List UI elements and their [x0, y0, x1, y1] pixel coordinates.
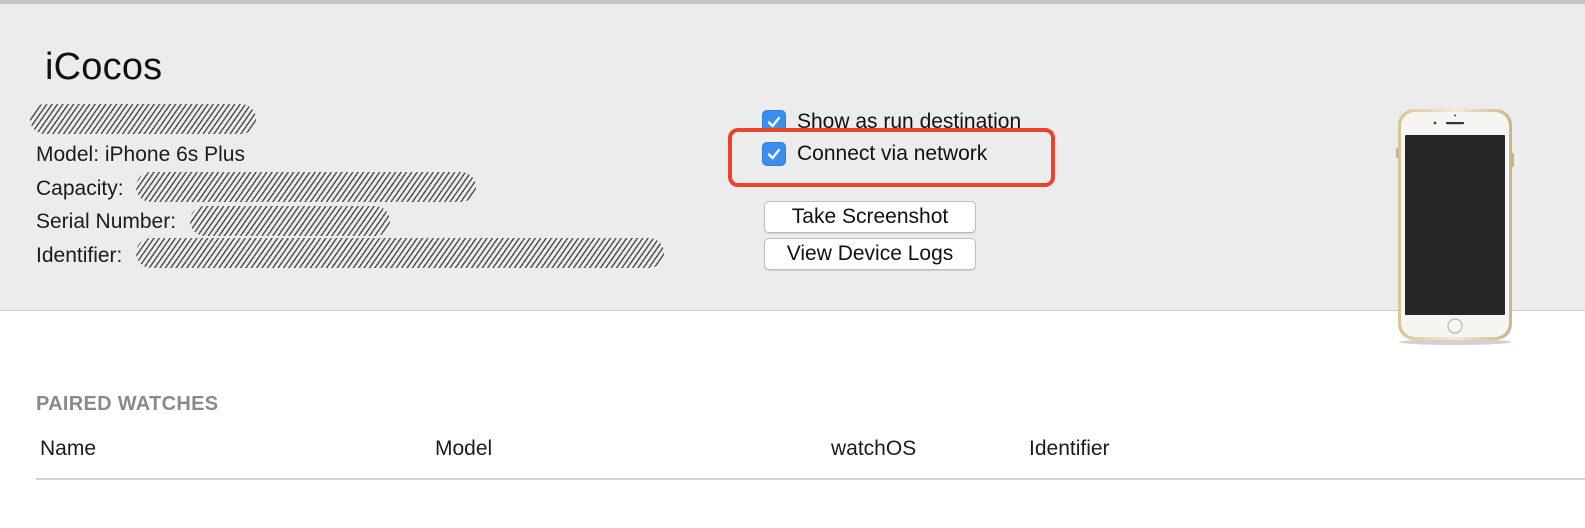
iphone-device-image — [1396, 109, 1514, 345]
identifier-row: Identifier: — [36, 244, 122, 268]
column-header-model[interactable]: Model — [435, 437, 492, 461]
device-info-panel: iCocos Model: iPhone 6s Plus Capacity: S… — [0, 4, 1585, 311]
redacted-identifier-value — [136, 238, 664, 268]
model-value: iPhone 6s Plus — [104, 143, 245, 166]
table-header-divider — [36, 478, 1585, 480]
device-name: iCocos — [45, 46, 163, 88]
model-label: Model: — [36, 143, 100, 166]
view-device-logs-button[interactable]: View Device Logs — [764, 238, 976, 270]
serial-number-row: Serial Number: — [36, 210, 176, 234]
column-header-identifier[interactable]: Identifier — [1029, 437, 1110, 461]
identifier-label: Identifier: — [36, 244, 123, 267]
take-screenshot-button[interactable]: Take Screenshot — [764, 201, 976, 233]
model-row: Model: iPhone 6s Plus — [36, 143, 245, 167]
redacted-capacity-value — [136, 172, 476, 202]
column-header-watchos[interactable]: watchOS — [831, 437, 916, 461]
redacted-serial-value — [190, 206, 390, 236]
capacity-row: Capacity: — [36, 177, 124, 201]
annotation-highlight-box — [728, 128, 1055, 187]
serial-number-label: Serial Number: — [36, 210, 177, 233]
capacity-label: Capacity: — [36, 177, 124, 200]
redacted-device-subtitle — [30, 104, 256, 134]
paired-watches-title: PAIRED WATCHES — [36, 393, 219, 415]
column-header-name[interactable]: Name — [40, 437, 96, 461]
